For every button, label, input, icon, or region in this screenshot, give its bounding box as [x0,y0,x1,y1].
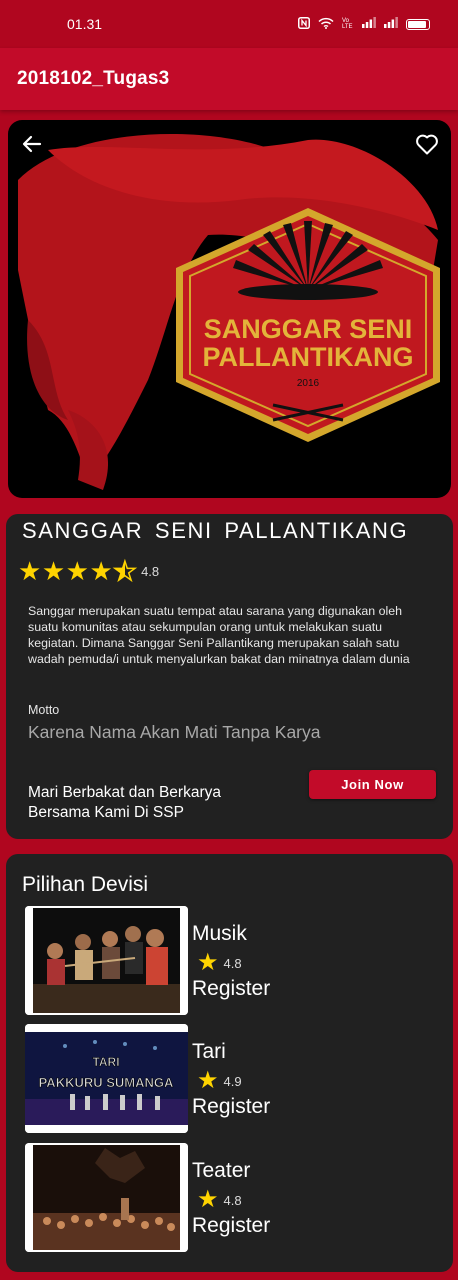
star-icon: ★ [41,556,66,586]
division-item-musik[interactable]: Musik ★ 4.8 Register [25,906,425,1016]
division-rating: ★ 4.8 [197,1188,242,1212]
division-thumbnail: TARI PAKKURU SUMANGA [25,1024,188,1133]
star-icon: ★ [197,949,219,976]
hero-image: SANGGAR SENI PALLANTIKANG 2016 [8,120,451,498]
register-button[interactable]: Register [192,1095,270,1119]
logo-text-line1: SANGGAR SENI [204,314,413,344]
signal-icon [362,17,376,31]
nfc-icon [298,16,310,32]
heart-icon [416,134,438,155]
main-rating: ★ ★ ★ ★ ★ ★ 4.8 [18,556,160,586]
status-icons: Vo LTE [298,16,430,32]
favorite-button[interactable] [413,130,441,158]
status-bar: 01.31 Vo LTE [0,0,458,48]
join-now-button[interactable]: Join Now [309,770,436,799]
volte-icon: Vo LTE [342,18,353,30]
wifi-icon [318,17,334,32]
divisions-title: Pilihan Devisi [22,873,149,896]
motto-text: Karena Nama Akan Mati Tanpa Karya [28,722,321,742]
division-thumbnail [25,906,188,1015]
star-icon: ★ [197,1067,219,1094]
division-name: Teater [192,1159,251,1182]
division-thumbnail [25,1143,188,1252]
division-rating: ★ 4.8 [197,951,242,975]
logo-text-line2: PALLANTIKANG [203,342,414,372]
star-icon: ★ [197,1186,219,1213]
svg-text:PAKKURU SUMANGA: PAKKURU SUMANGA [39,1075,174,1090]
app-title: 2018102_Tugas3 [17,68,170,89]
back-button[interactable] [20,132,44,156]
star-icon: ★ [18,556,42,586]
star-icon: ★ [89,556,113,586]
division-name: Tari [192,1040,226,1063]
sanggar-logo: SANGGAR SENI PALLANTIKANG 2016 [18,134,440,490]
battery-icon [406,18,430,30]
app-bar: 2018102_Tugas3 [0,48,458,110]
division-item-teater[interactable]: Teater ★ 4.8 Register [25,1143,425,1253]
division-item-tari[interactable]: TARI PAKKURU SUMANGA Tari ★ 4.9 Register [25,1024,425,1134]
logo-year: 2016 [297,378,320,389]
division-name: Musik [192,922,247,945]
rating-value: 4.8 [141,563,160,579]
svg-text:TARI: TARI [92,1055,119,1069]
arrow-left-icon [22,135,42,153]
description: Sanggar merupakan suatu tempat atau sara… [28,604,410,666]
register-button[interactable]: Register [192,1214,270,1238]
status-time: 01.31 [67,16,103,32]
star-half-icon: ★ ★ [112,556,137,586]
star-icon: ★ [65,556,89,586]
signal-icon [384,17,398,31]
division-rating: ★ 4.9 [197,1069,242,1093]
page-title: SANGGAR SENI PALLANTIKANG [22,518,409,543]
rating-value: 4.9 [223,1073,242,1089]
rating-value: 4.8 [223,955,242,971]
rating-value: 4.8 [223,1192,242,1208]
cta-text: Mari Berbakat dan Berkarya Bersama Kami … [28,784,221,821]
register-button[interactable]: Register [192,977,270,1001]
motto-label: Motto [28,703,60,717]
